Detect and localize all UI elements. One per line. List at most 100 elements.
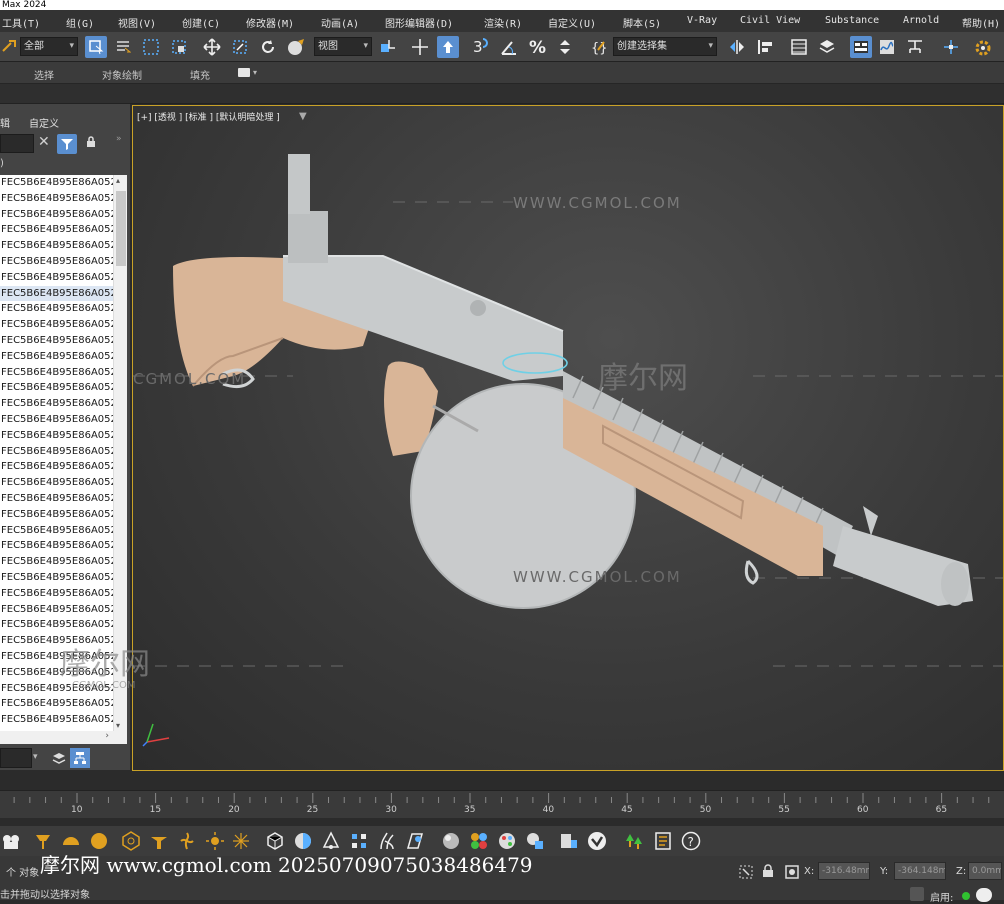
scene-object-row[interactable]: FEC5B6E4B95E86A052 [0,175,113,191]
create-camera-icon[interactable] [0,830,22,852]
menu-graph-editors[interactable]: 图形编辑器(D) [385,15,453,30]
schematic-view-icon[interactable] [904,36,926,58]
ribbon-options-arrow-icon[interactable]: ▾ [253,68,257,77]
select-object-icon[interactable] [85,36,107,58]
angle-snap-icon[interactable] [498,36,520,58]
select-manipulate-icon[interactable] [437,36,459,58]
notes-icon[interactable] [652,830,674,852]
x-coord-field[interactable]: -316.48mm [818,862,870,880]
scene-object-row[interactable]: FEC5B6E4B95E86A052 [0,586,113,602]
mirror-icon[interactable] [726,36,748,58]
rect-selection-icon[interactable] [140,36,162,58]
scene-object-row[interactable]: FEC5B6E4B95E86A052 [0,491,113,507]
timeline-ruler[interactable]: 10 15 20 25 30 35 40 45 50 55 60 65 [0,790,1004,818]
render-setup-icon[interactable] [972,36,994,58]
sort-by-layers-icon[interactable] [50,748,68,768]
scene-list-hscrollbar[interactable]: › [0,731,127,744]
panel-expand-icon[interactable]: » [116,134,122,144]
scene-explorer-toggle-icon[interactable] [788,36,810,58]
move-icon[interactable] [201,36,223,58]
adaptive-degradation-icon[interactable] [910,887,924,901]
edit-named-selection-icon[interactable]: {} [588,36,610,58]
scene-object-row[interactable]: FEC5B6E4B95E86A052 [0,349,113,365]
scene-object-row[interactable]: FEC5B6E4B95E86A052 [0,254,113,270]
ribbon-toggle-icon[interactable] [850,36,872,58]
scene-explorer-column-header[interactable]: ) [0,158,4,169]
scene-object-row[interactable]: FEC5B6E4B95E86A052 [0,712,113,728]
scene-object-row[interactable]: FEC5B6E4B95E86A052 [0,396,113,412]
enable-status-dot-icon[interactable] [962,892,970,900]
percent-snap-icon[interactable]: % [527,36,549,58]
scroll-up-icon[interactable]: ▴ [116,176,120,185]
ribbon-tab-object-paint[interactable]: 对象绘制 [102,67,142,82]
scene-object-row[interactable]: FEC5B6E4B95E86A052 [0,333,113,349]
rotate-icon[interactable] [257,36,279,58]
filter-icon[interactable] [57,134,77,154]
menu-tools[interactable]: 工具(T) [2,15,40,30]
render-frame-window-icon[interactable] [558,830,580,852]
ribbon-tab-populate[interactable]: 填充 [190,67,210,82]
scene-object-row[interactable]: FEC5B6E4B95E86A052 [0,523,113,539]
scene-object-row[interactable]: FEC5B6E4B95E86A052 [0,428,113,444]
ribbon-options-icon[interactable] [238,68,250,77]
scene-object-row[interactable]: FEC5B6E4B95E86A052 [0,538,113,554]
scene-object-row[interactable]: FEC5B6E4B95E86A052 [0,207,113,223]
layer-explorer-icon[interactable] [816,36,838,58]
menu-help[interactable]: 帮助(H) [962,15,1000,30]
scene-object-row[interactable]: FEC5B6E4B95E86A052 [0,570,113,586]
scene-object-row[interactable]: FEC5B6E4B95E86A052 [0,317,113,333]
scene-explorer-tab-edit[interactable]: 辑 [0,115,10,130]
menu-create[interactable]: 创建(C) [182,15,220,30]
ribbon-tab-selection[interactable]: 选择 [34,67,54,82]
pivot-icon[interactable] [377,36,399,58]
menu-modifiers[interactable]: 修改器(M) [246,15,294,30]
vray-icon[interactable] [586,830,608,852]
menu-customize[interactable]: 自定义(U) [548,15,596,30]
scene-object-row[interactable]: FEC5B6E4B95E86A052 [0,365,113,381]
snaps-toggle-icon[interactable]: 3 [470,36,492,58]
selection-filter-dropdown[interactable]: 全部 [20,37,78,56]
isolate-selection-icon[interactable] [738,864,754,883]
scene-explorer-search-input[interactable] [0,134,34,153]
scroll-right-icon[interactable]: › [105,731,109,741]
sort-by-hierarchy-icon[interactable] [70,748,90,768]
scene-object-row[interactable]: FEC5B6E4B95E86A052 [0,617,113,633]
menu-animation[interactable]: 动画(A) [321,15,359,30]
select-by-name-icon[interactable] [112,36,134,58]
snap-move-icon[interactable] [409,36,431,58]
selection-lock-icon[interactable] [762,864,774,881]
scroll-thumb[interactable] [116,191,126,266]
scene-object-row[interactable]: FEC5B6E4B95E86A052 [0,301,113,317]
scene-object-row[interactable]: FEC5B6E4B95E86A052 [0,285,113,302]
rotate-select-icon[interactable] [229,36,251,58]
layer-dropdown[interactable] [0,748,32,768]
lock-icon[interactable] [86,136,96,151]
clear-search-icon[interactable]: ✕ [38,134,50,150]
scroll-down-icon[interactable]: ▾ [116,721,120,730]
layer-dropdown-arrow-icon[interactable]: ▾ [33,752,38,762]
scene-object-row[interactable]: FEC5B6E4B95E86A052 [0,459,113,475]
menu-arnold[interactable]: Arnold [903,15,939,26]
material-editor-icon[interactable] [940,36,962,58]
scene-object-row[interactable]: FEC5B6E4B95E86A052 [0,507,113,523]
menu-group[interactable]: 组(G) [66,15,94,30]
scene-object-row[interactable]: FEC5B6E4B95E86A052 [0,444,113,460]
curve-editor-icon[interactable] [876,36,898,58]
scene-object-row[interactable]: FEC5B6E4B95E86A052 [0,602,113,618]
window-crossing-icon[interactable] [168,36,190,58]
scale-icon[interactable] [285,36,307,58]
absolute-mode-icon[interactable] [784,864,800,883]
menu-rendering[interactable]: 渲染(R) [484,15,522,30]
menu-scripting[interactable]: 脚本(S) [623,15,661,30]
menu-substance[interactable]: Substance [825,15,879,26]
help-icon[interactable]: ? [680,830,702,852]
named-selection-dropdown[interactable]: 创建选择集 [613,37,717,56]
spinner-snap-icon[interactable] [554,36,576,58]
scene-explorer-tab-customize[interactable]: 自定义 [29,115,59,130]
scene-object-row[interactable]: FEC5B6E4B95E86A052 [0,412,113,428]
align-icon[interactable] [754,36,776,58]
perspective-viewport[interactable]: [+] [透视 ] [标准 ] [默认明暗处理 ] ▼ WWW.CGMOL.CO… [132,105,1004,771]
scene-object-row[interactable]: FEC5B6E4B95E86A052 [0,475,113,491]
scene-object-row[interactable]: FEC5B6E4B95E86A052 [0,554,113,570]
coord-system-dropdown[interactable]: 视图 [314,37,372,56]
